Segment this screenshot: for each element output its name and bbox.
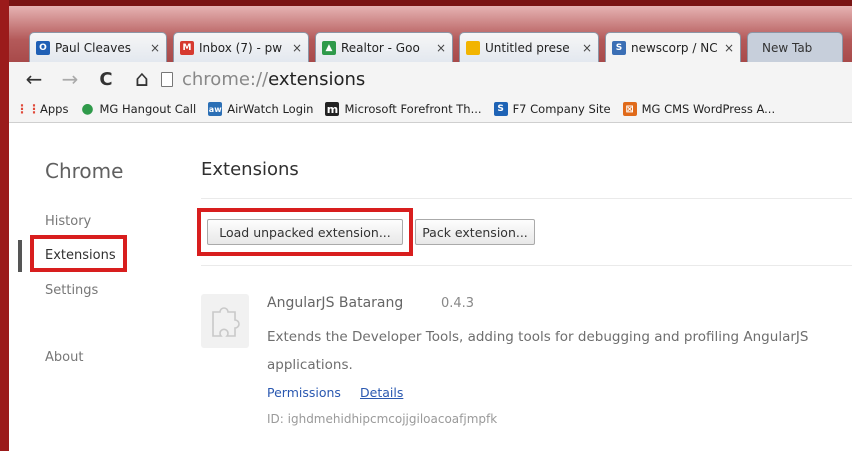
close-icon[interactable]: × <box>150 41 160 55</box>
tab-realtor[interactable]: ▲ Realtor - Goo × <box>315 32 453 62</box>
extension-name: AngularJS Batarang <box>267 295 404 311</box>
sidebar-item-settings[interactable]: Settings <box>45 283 98 298</box>
slides-icon <box>466 40 480 55</box>
forward-button[interactable]: → <box>59 67 81 91</box>
bookmark-label: Microsoft Forefront Th... <box>344 102 482 116</box>
close-icon[interactable]: × <box>292 41 302 55</box>
outlook-icon: O <box>36 40 50 55</box>
bookmark-apps[interactable]: ⋮⋮ Apps <box>16 102 69 116</box>
tab-title: Realtor - Goo <box>341 40 420 55</box>
sidebar-item-history[interactable]: History <box>45 214 91 229</box>
extension-version: 0.4.3 <box>441 296 475 311</box>
bookmark-microsoft-forefront[interactable]: m Microsoft Forefront Th... <box>325 102 482 116</box>
wordpress-icon: ⊠ <box>622 102 637 116</box>
tab-inbox[interactable]: M Inbox (7) - pw × <box>173 32 309 62</box>
toolbar: ← → C ⌂ chrome://extensions <box>9 62 852 96</box>
puzzle-piece-icon <box>201 294 249 348</box>
highlight-box-load-unpacked <box>197 208 413 256</box>
tab-untitled-presentation[interactable]: Untitled prese × <box>459 32 599 62</box>
tab-paul-cleaves[interactable]: O Paul Cleaves × <box>29 32 167 62</box>
database-icon: S <box>612 40 626 55</box>
url-path: extensions <box>268 68 366 90</box>
page-icon <box>161 71 173 87</box>
bookmark-airwatch-login[interactable]: aw AirWatch Login <box>208 102 313 116</box>
close-icon[interactable]: × <box>724 41 734 55</box>
tab-new-tab[interactable]: New Tab <box>747 32 843 62</box>
sidebar-title: Chrome <box>45 159 124 183</box>
tab-title: Untitled prese <box>485 40 570 55</box>
bookmark-f7-company-site[interactable]: S F7 Company Site <box>493 102 611 116</box>
permissions-link[interactable]: Permissions <box>267 385 341 400</box>
tab-title: Inbox (7) - pw <box>199 40 283 55</box>
sidebar-item-about[interactable]: About <box>45 350 83 365</box>
bookmark-label: MG Hangout Call <box>99 102 197 116</box>
extension-id: ID: ighdmehidhipcmcojjgiloacoafjmpfk <box>267 412 498 426</box>
gmail-icon: M <box>180 40 194 55</box>
tab-title: New Tab <box>762 40 813 55</box>
bookmark-mg-hangout-call[interactable]: ● MG Hangout Call <box>80 101 197 117</box>
bookmark-label: F7 Company Site <box>512 102 611 116</box>
browser-window: O Paul Cleaves × M Inbox (7) - pw × ▲ Re… <box>9 6 852 451</box>
bookmark-label: AirWatch Login <box>227 102 314 116</box>
airwatch-icon: aw <box>208 102 223 116</box>
apps-grid-icon: ⋮⋮ <box>16 102 40 116</box>
reload-button[interactable]: C <box>95 69 117 90</box>
forefront-icon: m <box>325 102 340 116</box>
sharepoint-icon: S <box>493 102 508 116</box>
toolbar-divider <box>201 265 852 266</box>
tab-title: newscorp / NC <box>631 40 718 55</box>
window-frame-left <box>0 0 9 451</box>
pack-extension-button[interactable]: Pack extension... <box>415 219 535 245</box>
bookmark-label: MG CMS WordPress A... <box>641 102 776 116</box>
bookmark-mg-cms-wordpress[interactable]: ⊠ MG CMS WordPress A... <box>622 102 776 116</box>
close-icon[interactable]: × <box>436 41 446 55</box>
tab-strip: O Paul Cleaves × M Inbox (7) - pw × ▲ Re… <box>9 6 852 62</box>
sidebar-selected-indicator <box>18 240 22 272</box>
close-icon[interactable]: × <box>582 41 592 55</box>
tab-title: Paul Cleaves <box>55 40 131 55</box>
extension-description: Extends the Developer Tools, adding tool… <box>267 329 809 373</box>
page-title: Extensions <box>201 159 299 180</box>
url-scheme: chrome:// <box>182 68 269 90</box>
address-bar[interactable]: chrome://extensions <box>161 66 842 92</box>
title-divider <box>201 198 852 199</box>
details-link[interactable]: Details <box>360 385 403 400</box>
bookmark-label: Apps <box>40 102 69 116</box>
drive-icon: ▲ <box>322 40 336 55</box>
highlight-box-extensions <box>30 235 127 272</box>
tab-newscorp[interactable]: S newscorp / NC × <box>605 32 741 62</box>
extensions-page: Chrome History Extensions Settings About… <box>9 123 852 451</box>
bookmarks-bar: ⋮⋮ Apps ● MG Hangout Call aw AirWatch Lo… <box>9 96 852 123</box>
home-button[interactable]: ⌂ <box>131 67 153 92</box>
hangouts-icon: ● <box>81 101 94 117</box>
back-button[interactable]: ← <box>23 67 45 91</box>
